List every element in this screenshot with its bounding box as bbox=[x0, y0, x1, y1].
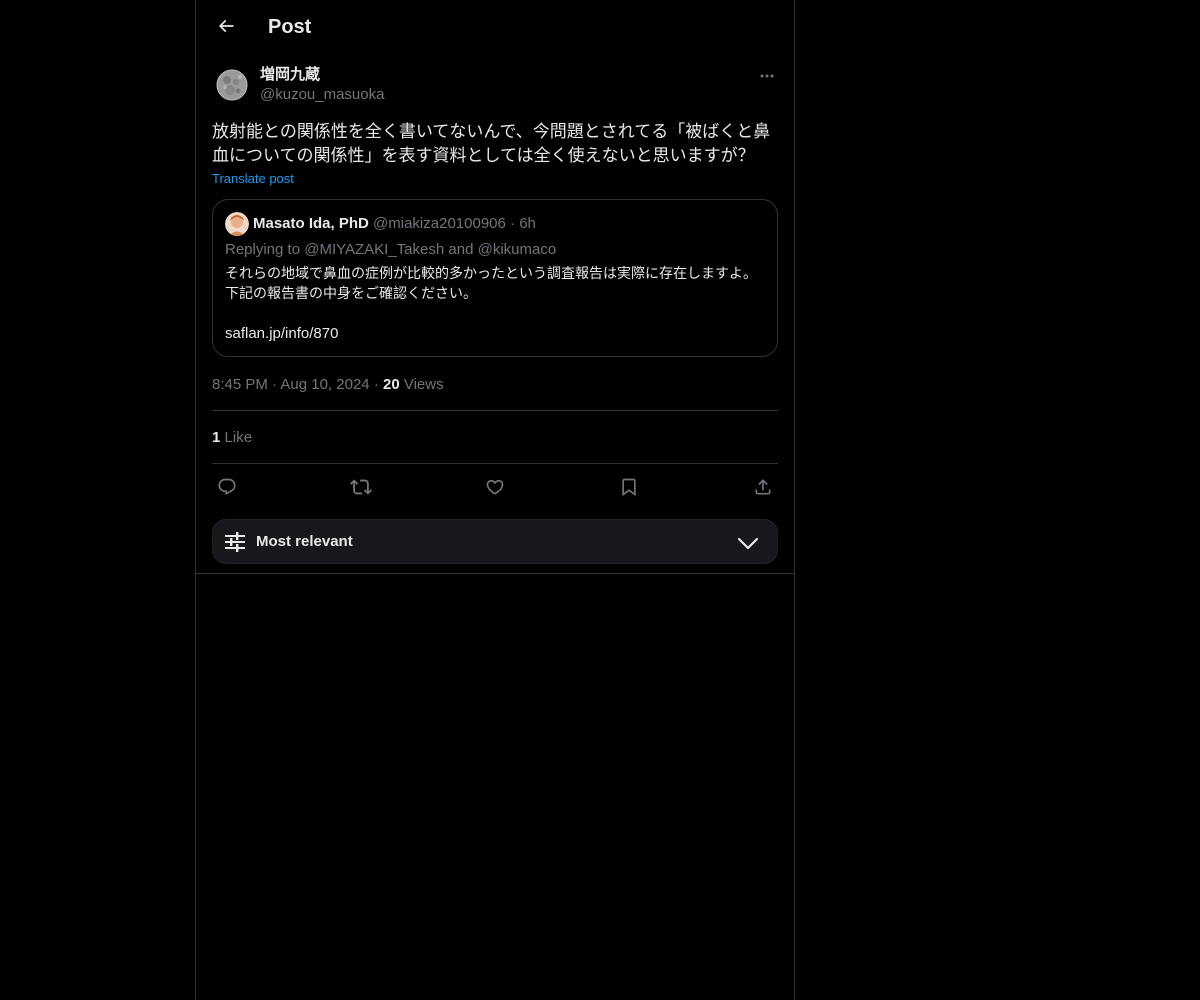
quote-text: それらの地域で鼻血の症例が比較的多かったという調査報告は実際に存在しますよ。下記… bbox=[225, 266, 757, 302]
post-text: 放射能との関係性を全く書いてないんで、今問題とされてる「被ばくと鼻血についての関… bbox=[212, 122, 771, 166]
bookmark-icon bbox=[622, 478, 636, 497]
post-time[interactable]: 8:45 PM bbox=[212, 376, 268, 393]
more-options-button[interactable] bbox=[756, 65, 778, 87]
likes-number: 1 bbox=[212, 429, 221, 446]
quoted-post[interactable]: Masato Ida, PhD @miakiza20100906 · 6h Re… bbox=[212, 199, 778, 357]
avatar[interactable] bbox=[216, 69, 248, 101]
divider bbox=[212, 410, 778, 411]
post-header: Post bbox=[196, 0, 794, 53]
author-name[interactable]: 増岡九蔵 bbox=[260, 66, 320, 84]
translate-post-link[interactable]: Translate post bbox=[212, 170, 294, 188]
arrow-left-icon bbox=[218, 19, 234, 33]
section-divider bbox=[196, 573, 794, 574]
views-label: Views bbox=[403, 376, 444, 393]
quote-author-line: Masato Ida, PhD @miakiza20100906 · 6h bbox=[253, 214, 536, 234]
quote-author-handle: @miakiza20100906 bbox=[373, 215, 506, 232]
quote-avatar-icon bbox=[225, 212, 249, 236]
likes-label: Like bbox=[224, 429, 253, 446]
heart-icon bbox=[486, 479, 504, 495]
views-count: 20 bbox=[382, 376, 400, 393]
author-handle[interactable]: @kuzou_masuoka bbox=[260, 86, 384, 104]
meta-separator: · bbox=[272, 376, 278, 393]
bookmark-button[interactable] bbox=[617, 475, 641, 499]
quote-replying-to: Replying to @MIYAZAKI_Takesh and @kikuma… bbox=[225, 240, 556, 260]
replying-prefix: Replying to bbox=[225, 241, 301, 258]
share-button[interactable] bbox=[751, 475, 775, 499]
repost-button[interactable] bbox=[349, 475, 373, 499]
more-horizontal-icon bbox=[760, 74, 774, 78]
back-button[interactable] bbox=[208, 8, 244, 44]
reply-button[interactable] bbox=[215, 475, 239, 499]
replying-handle-2: @kikumaco bbox=[477, 241, 557, 258]
quote-avatar bbox=[225, 212, 249, 236]
post-date[interactable]: Aug 10, 2024 bbox=[280, 376, 369, 393]
quote-author-name: Masato Ida, PhD bbox=[253, 215, 369, 232]
action-bar bbox=[212, 473, 778, 501]
main-column: Post 増岡九蔵 @kuzou_masuoka 放射能との関係性を全く書いてな… bbox=[195, 0, 795, 1000]
quote-separator: · bbox=[510, 215, 516, 232]
sort-replies-dropdown[interactable]: Most relevant bbox=[212, 519, 778, 564]
quote-time: 6h bbox=[519, 215, 536, 232]
reply-icon bbox=[218, 478, 236, 496]
replying-and: and bbox=[448, 241, 474, 258]
post: 増岡九蔵 @kuzou_masuoka 放射能との関係性を全く書いてないんで、今… bbox=[212, 53, 778, 564]
moon-avatar-icon bbox=[216, 69, 248, 101]
likes-count[interactable]: 1 Like bbox=[212, 428, 252, 448]
divider bbox=[212, 463, 778, 464]
quote-link: saflan.jp/info/870 bbox=[225, 325, 339, 342]
chevron-down-icon bbox=[737, 537, 759, 550]
repost-icon bbox=[350, 479, 372, 495]
author-row: 増岡九蔵 @kuzou_masuoka bbox=[212, 53, 778, 113]
share-icon bbox=[755, 479, 771, 495]
like-button[interactable] bbox=[483, 475, 507, 499]
meta-separator: · bbox=[373, 376, 379, 393]
sliders-icon bbox=[225, 532, 245, 552]
page-title: Post bbox=[268, 16, 312, 38]
sort-label: Most relevant bbox=[256, 533, 353, 550]
post-meta: 8:45 PM · Aug 10, 2024 · 20 Views bbox=[212, 375, 444, 395]
replying-handle-1: @MIYAZAKI_Takesh bbox=[304, 241, 445, 258]
